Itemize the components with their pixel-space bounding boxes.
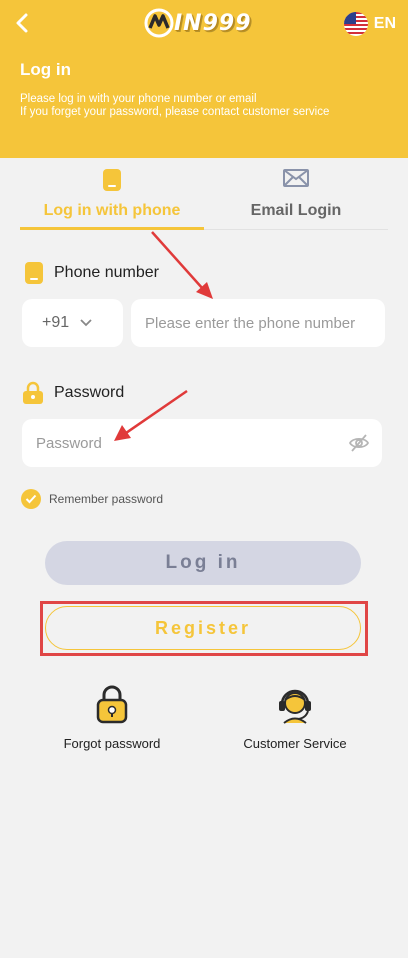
password-field-label: Password <box>22 381 124 405</box>
phone-field-label: Phone number <box>24 261 159 285</box>
tab-email-label: Email Login <box>250 202 342 219</box>
remember-password-label: Remember password <box>49 492 164 506</box>
arrow-to-phone-input <box>151 231 213 299</box>
chevron-down-icon <box>80 319 92 327</box>
headset-agent-icon <box>279 689 311 724</box>
lock-icon <box>23 381 43 404</box>
us-flag-icon <box>343 12 368 36</box>
back-arrow-icon[interactable] <box>12 10 34 36</box>
header: IN999 EN Log in Please log in with your … <box>0 0 408 158</box>
language-code: EN <box>373 15 396 32</box>
phone-icon <box>25 262 43 284</box>
phone-icon <box>103 169 121 191</box>
logo-mark-icon <box>144 8 174 38</box>
language-selector[interactable]: EN <box>343 12 396 36</box>
customer-service-label: Customer Service <box>243 736 347 751</box>
register-button[interactable]: Register <box>45 606 361 650</box>
tab-email-login[interactable]: Email Login <box>204 162 388 230</box>
login-button[interactable]: Log in <box>45 541 361 585</box>
tab-phone-login[interactable]: Log in with phone <box>20 162 204 230</box>
tab-phone-label: Log in with phone <box>43 202 181 219</box>
mail-icon <box>283 169 309 187</box>
page-title: Log in <box>20 60 71 79</box>
login-tabs: Log in with phone Email Login <box>20 162 388 230</box>
checkmark-icon <box>21 489 41 509</box>
brand-logo: IN999 <box>142 8 252 38</box>
password-input[interactable] <box>22 419 382 467</box>
lock-icon <box>96 685 128 724</box>
phone-label-text: Phone number <box>54 264 159 281</box>
eye-off-icon[interactable] <box>348 432 370 459</box>
country-code-select[interactable]: +91 <box>22 299 123 347</box>
customer-service-link[interactable]: Customer Service <box>220 684 370 751</box>
forgot-password-label: Forgot password <box>63 736 161 751</box>
remember-password-checkbox[interactable]: Remember password <box>21 489 163 509</box>
logo-text: IN999 <box>174 10 252 36</box>
page-subtitle-line1: Please log in with your phone number or … <box>20 93 257 105</box>
password-label-text: Password <box>54 384 125 401</box>
country-code-value: +91 <box>42 314 70 331</box>
phone-input[interactable] <box>131 299 385 347</box>
forgot-password-link[interactable]: Forgot password <box>37 684 187 751</box>
page-subtitle-line2: If you forget your password, please cont… <box>20 106 330 118</box>
